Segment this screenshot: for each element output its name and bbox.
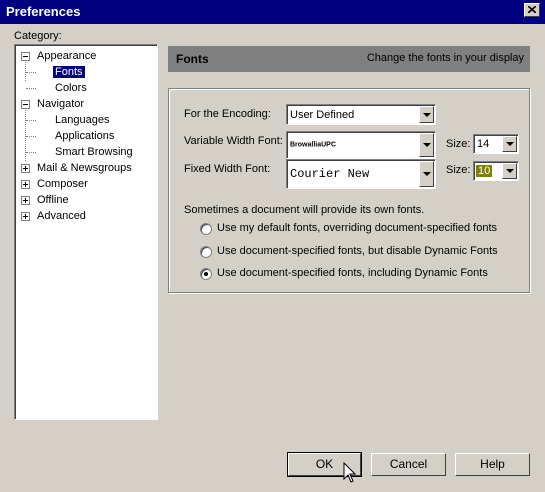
- encoding-label: For the Encoding:: [184, 108, 271, 120]
- radio-include-dynamic-fonts[interactable]: [200, 268, 212, 280]
- chevron-down-icon[interactable]: [502, 163, 517, 179]
- close-icon: [528, 6, 536, 13]
- chevron-down-icon[interactable]: [419, 161, 434, 187]
- chevron-down-icon[interactable]: [502, 136, 517, 152]
- tree-item-advanced[interactable]: Advanced: [21, 209, 88, 224]
- section-title: Fonts: [176, 52, 209, 66]
- tree-item-navigator[interactable]: Navigator: [21, 97, 86, 112]
- tree-item-colors[interactable]: Colors: [53, 81, 89, 96]
- radio-default-fonts[interactable]: [200, 223, 212, 235]
- encoding-select[interactable]: User Defined: [286, 104, 436, 125]
- window-title: Preferences: [6, 4, 81, 19]
- collapse-icon[interactable]: [21, 52, 30, 61]
- variable-size-label: Size:: [446, 138, 471, 150]
- radio-disable-dynamic-fonts[interactable]: [200, 246, 212, 258]
- fixed-width-font-select[interactable]: Courier New: [286, 159, 436, 189]
- fixed-size-label: Size:: [446, 164, 471, 176]
- tree-item-offline[interactable]: Offline: [21, 193, 71, 208]
- expand-icon[interactable]: [21, 164, 30, 173]
- tree-item-applications[interactable]: Applications: [53, 129, 116, 144]
- radio-default-fonts-label[interactable]: Use my default fonts, overriding documen…: [217, 222, 497, 234]
- tree-item-fonts[interactable]: Fonts: [53, 65, 85, 80]
- tree-item-mail-newsgroups[interactable]: Mail & Newsgroups: [21, 161, 134, 176]
- fixed-width-font-label: Fixed Width Font:: [184, 163, 271, 175]
- variable-size-select[interactable]: 14: [473, 134, 519, 154]
- expand-icon[interactable]: [21, 180, 30, 189]
- help-button[interactable]: Help: [455, 453, 530, 476]
- variable-width-font-label: Variable Width Font:: [184, 135, 283, 147]
- cancel-button[interactable]: Cancel: [371, 453, 446, 476]
- title-bar: Preferences: [0, 0, 545, 24]
- mouse-cursor-icon: [343, 462, 357, 483]
- expand-icon[interactable]: [21, 196, 30, 205]
- section-description: Change the fonts in your display: [366, 52, 524, 64]
- fixed-size-select[interactable]: 10: [473, 161, 519, 181]
- chevron-down-icon[interactable]: [419, 133, 434, 157]
- tree-item-appearance[interactable]: Appearance: [21, 49, 98, 64]
- chevron-down-icon[interactable]: [419, 106, 434, 123]
- tree-item-smart-browsing[interactable]: Smart Browsing: [53, 145, 135, 160]
- category-tree[interactable]: Appearance Fonts Colors Navigator Langua…: [14, 44, 158, 420]
- variable-width-font-select[interactable]: BrowalliaUPC: [286, 131, 436, 159]
- radio-disable-dynamic-fonts-label[interactable]: Use document-specified fonts, but disabl…: [217, 245, 498, 257]
- close-button[interactable]: [524, 3, 540, 17]
- radio-include-dynamic-fonts-label[interactable]: Use document-specified fonts, including …: [217, 267, 488, 279]
- category-label: Category:: [14, 30, 62, 42]
- collapse-icon[interactable]: [21, 100, 30, 109]
- tree-item-languages[interactable]: Languages: [53, 113, 111, 128]
- expand-icon[interactable]: [21, 212, 30, 221]
- tree-item-composer[interactable]: Composer: [21, 177, 90, 192]
- document-fonts-note: Sometimes a document will provide its ow…: [184, 204, 425, 216]
- section-header: Fonts Change the fonts in your display: [168, 46, 530, 72]
